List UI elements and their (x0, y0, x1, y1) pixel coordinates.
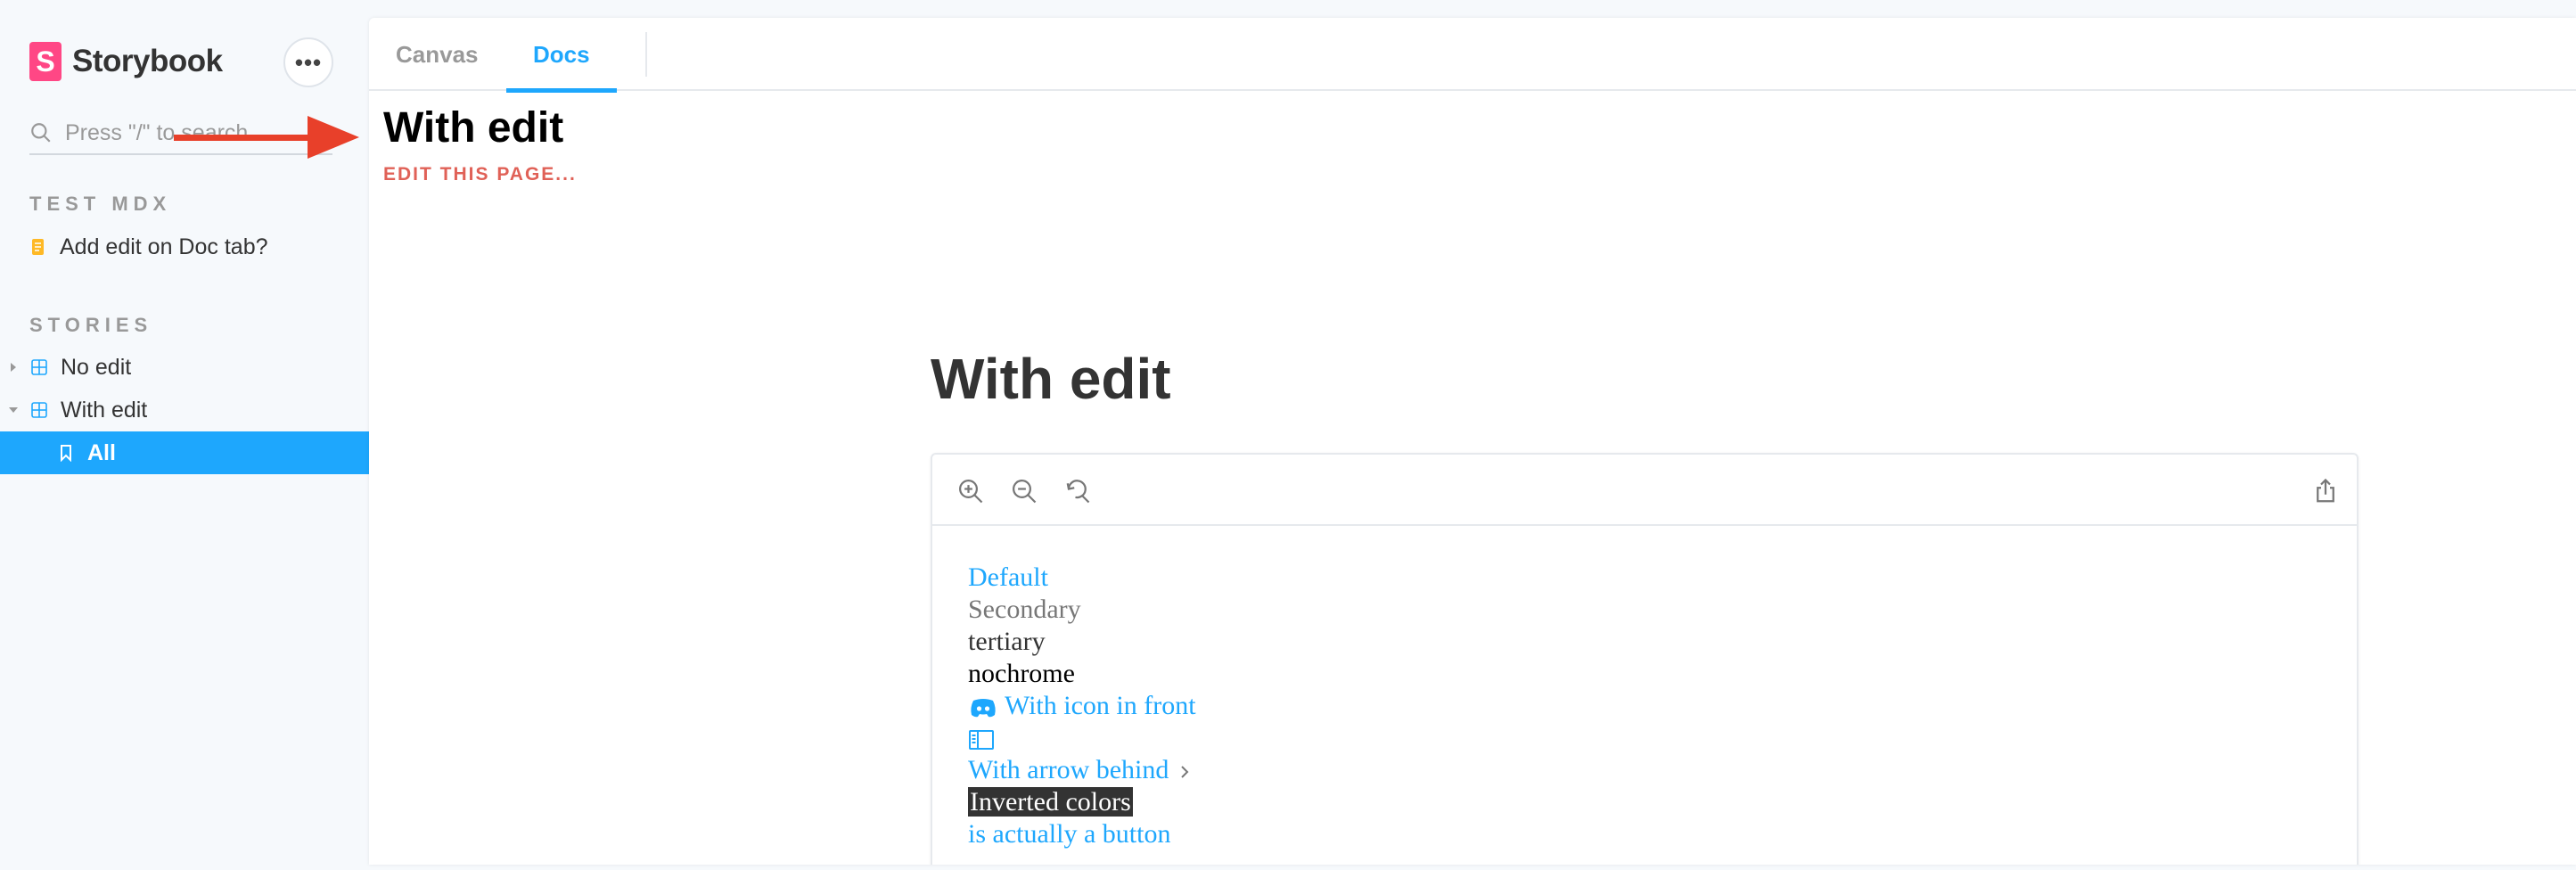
brand[interactable]: S Storybook (29, 41, 223, 82)
sidebar-item-label: With edit (61, 397, 148, 423)
link-button[interactable]: is actually a button (968, 818, 1196, 850)
component-icon (31, 359, 47, 375)
storybook-logo-icon: S (29, 42, 62, 81)
tab-bar: Canvas Docs (369, 18, 2576, 93)
story-title: With edit (383, 104, 564, 152)
section-title-test-mdx: TEST MDX (29, 193, 172, 215)
link-with-arrow[interactable]: With arrow behind (968, 754, 1196, 786)
edit-page-link[interactable]: EDIT THIS PAGE... (383, 164, 577, 185)
link-default[interactable]: Default (968, 562, 1196, 594)
chevron-down-icon (9, 407, 18, 413)
search-icon (31, 123, 51, 143)
link-secondary[interactable]: Secondary (968, 594, 1196, 626)
docs-title: With edit (931, 347, 1171, 411)
section-title-stories: STORIES (29, 314, 153, 336)
sidebar-item-all[interactable]: All (0, 431, 369, 474)
link-tertiary[interactable]: tertiary (968, 626, 1196, 658)
zoom-out-icon[interactable] (1011, 478, 1038, 505)
preview-content: Default Secondary tertiary nochrome With… (968, 562, 1196, 850)
sidebar-item-label: Add edit on Doc tab? (60, 234, 268, 259)
discord-icon (971, 699, 996, 718)
chevron-right-icon (1181, 766, 1189, 778)
sidebar-item-label: No edit (61, 354, 132, 380)
bookmark-icon (61, 445, 71, 462)
link-label: With arrow behind (968, 755, 1169, 784)
more-menu-button[interactable]: ••• (283, 37, 333, 87)
reset-zoom-icon[interactable] (1064, 478, 1091, 505)
tab-canvas[interactable]: Canvas (396, 18, 479, 91)
sidebar-item-with-edit[interactable]: With edit (0, 389, 369, 431)
main-panel: Canvas Docs With edit EDIT THIS PAGE... … (369, 18, 2576, 865)
annotation-arrow-icon (174, 116, 359, 159)
chevron-right-icon (11, 363, 16, 372)
sidebar-icon (969, 730, 994, 751)
brand-name: Storybook (72, 44, 223, 78)
link-inverted[interactable]: Inverted colors (968, 786, 1196, 818)
component-icon (31, 402, 47, 418)
tab-docs[interactable]: Docs (506, 18, 617, 93)
sidebar-item-add-edit[interactable]: Add edit on Doc tab? (0, 226, 369, 268)
zoom-in-icon[interactable] (957, 478, 984, 505)
story-preview: Default Secondary tertiary nochrome With… (931, 453, 2359, 865)
link-nochrome[interactable]: nochrome (968, 658, 1196, 690)
link-label: Inverted colors (968, 787, 1133, 817)
tab-divider (645, 32, 647, 77)
link-label: With icon in front (1004, 691, 1196, 720)
link-with-icon[interactable]: With icon in front (968, 690, 1196, 722)
document-icon (32, 239, 44, 255)
share-icon[interactable] (2312, 478, 2339, 505)
sidebar-item-no-edit[interactable]: No edit (0, 346, 369, 389)
link-icon-only[interactable] (968, 722, 1196, 754)
sidebar-item-label: All (87, 439, 116, 465)
preview-toolbar (932, 455, 2357, 526)
